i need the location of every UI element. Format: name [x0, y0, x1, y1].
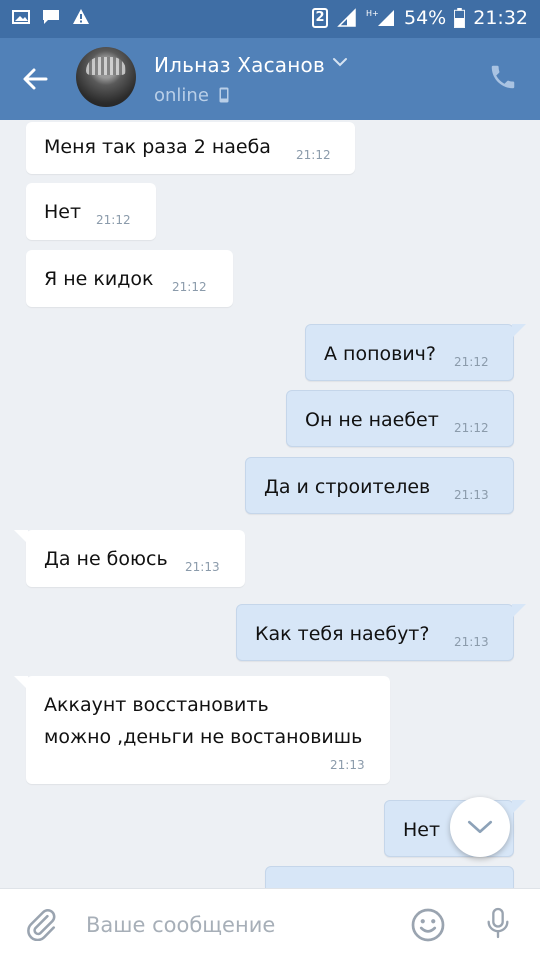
message-bubble-incoming[interactable]: Нет 21:12 [26, 183, 156, 240]
message-text: Меня так раза 2 наеба [44, 136, 271, 158]
message-bubble-incoming[interactable]: Меня так раза 2 наеба 21:12 [26, 122, 355, 174]
bubble-tail [14, 530, 28, 544]
message-text: Да и строителев [264, 476, 431, 498]
svg-text:H+: H+ [366, 9, 379, 18]
message-bubble-outgoing[interactable]: А попович? 21:12 [305, 324, 526, 381]
message-text: Нет [403, 819, 441, 841]
message-time: 21:12 [172, 280, 207, 294]
bubble-tail [512, 324, 526, 338]
message-composer: Ваше сообщение [0, 888, 540, 960]
message-bubble-outgoing[interactable] [265, 866, 514, 888]
scroll-down-icon [467, 820, 493, 833]
message-time: 21:13 [330, 758, 365, 772]
message-bubble-incoming[interactable]: Аккаунт восстановить можно ,деньги не во… [14, 676, 390, 784]
message-text: Как тебя наебут? [255, 623, 430, 645]
message-time: 21:13 [454, 488, 489, 502]
message-text: Я не кидок [44, 268, 154, 290]
message-text-line: Аккаунт восстановить [44, 694, 269, 716]
gallery-icon [12, 10, 30, 24]
online-status: online [154, 85, 209, 106]
battery-percent: 54% [404, 7, 447, 29]
message-list[interactable]: Меня так раза 2 наеба 21:12 Нет 21:12 Я … [0, 120, 540, 888]
message-time: 21:12 [454, 421, 489, 435]
message-time: 21:12 [296, 148, 331, 162]
battery-icon [454, 8, 466, 28]
status-bar: 2 H+ 54% 21:32 [0, 0, 540, 38]
message-time: 21:12 [454, 355, 489, 369]
bubble-tail [14, 676, 28, 690]
emoji-icon[interactable] [410, 907, 446, 943]
sim-badge: 2 [312, 8, 328, 28]
message-time: 21:13 [185, 560, 220, 574]
scroll-down-button[interactable] [450, 797, 510, 857]
message-text: Да не боюсь [44, 548, 168, 570]
back-arrow-icon[interactable] [20, 63, 52, 95]
message-time: 21:13 [454, 635, 489, 649]
clock: 21:32 [473, 7, 528, 29]
contact-name[interactable]: Ильназ Хасанов [154, 53, 325, 77]
bubble-tail [512, 604, 526, 618]
chat-header: Ильназ Хасанов online [0, 38, 540, 120]
mic-icon[interactable] [484, 905, 512, 941]
message-bubble-outgoing[interactable]: Как тебя наебут? 21:13 [236, 604, 526, 661]
message-bubble-outgoing[interactable]: Да и строителев 21:13 [245, 457, 514, 514]
message-input[interactable]: Ваше сообщение [86, 913, 275, 937]
avatar[interactable] [76, 47, 136, 107]
phone-small-icon [219, 87, 229, 103]
signal-icon [337, 8, 356, 27]
chevron-down-icon[interactable] [332, 57, 348, 67]
bubble-tail [512, 800, 526, 814]
chat-icon [43, 10, 59, 24]
message-bubble-incoming[interactable]: Я не кидок 21:12 [26, 250, 233, 307]
message-bubble-outgoing[interactable]: Он не наебет 21:12 [286, 390, 514, 447]
message-text: Он не наебет [305, 409, 439, 431]
message-bubble-incoming[interactable]: Да не боюсь 21:13 [14, 530, 245, 587]
attach-icon[interactable] [24, 907, 58, 941]
call-icon[interactable] [488, 62, 518, 92]
message-time: 21:12 [96, 213, 131, 227]
message-text-line: можно ,деньги не востановишь [44, 726, 363, 748]
signal-icon: H+ [366, 9, 394, 26]
message-text: А попович? [324, 343, 436, 365]
message-text: Нет [44, 201, 82, 223]
warning-icon [73, 9, 89, 24]
